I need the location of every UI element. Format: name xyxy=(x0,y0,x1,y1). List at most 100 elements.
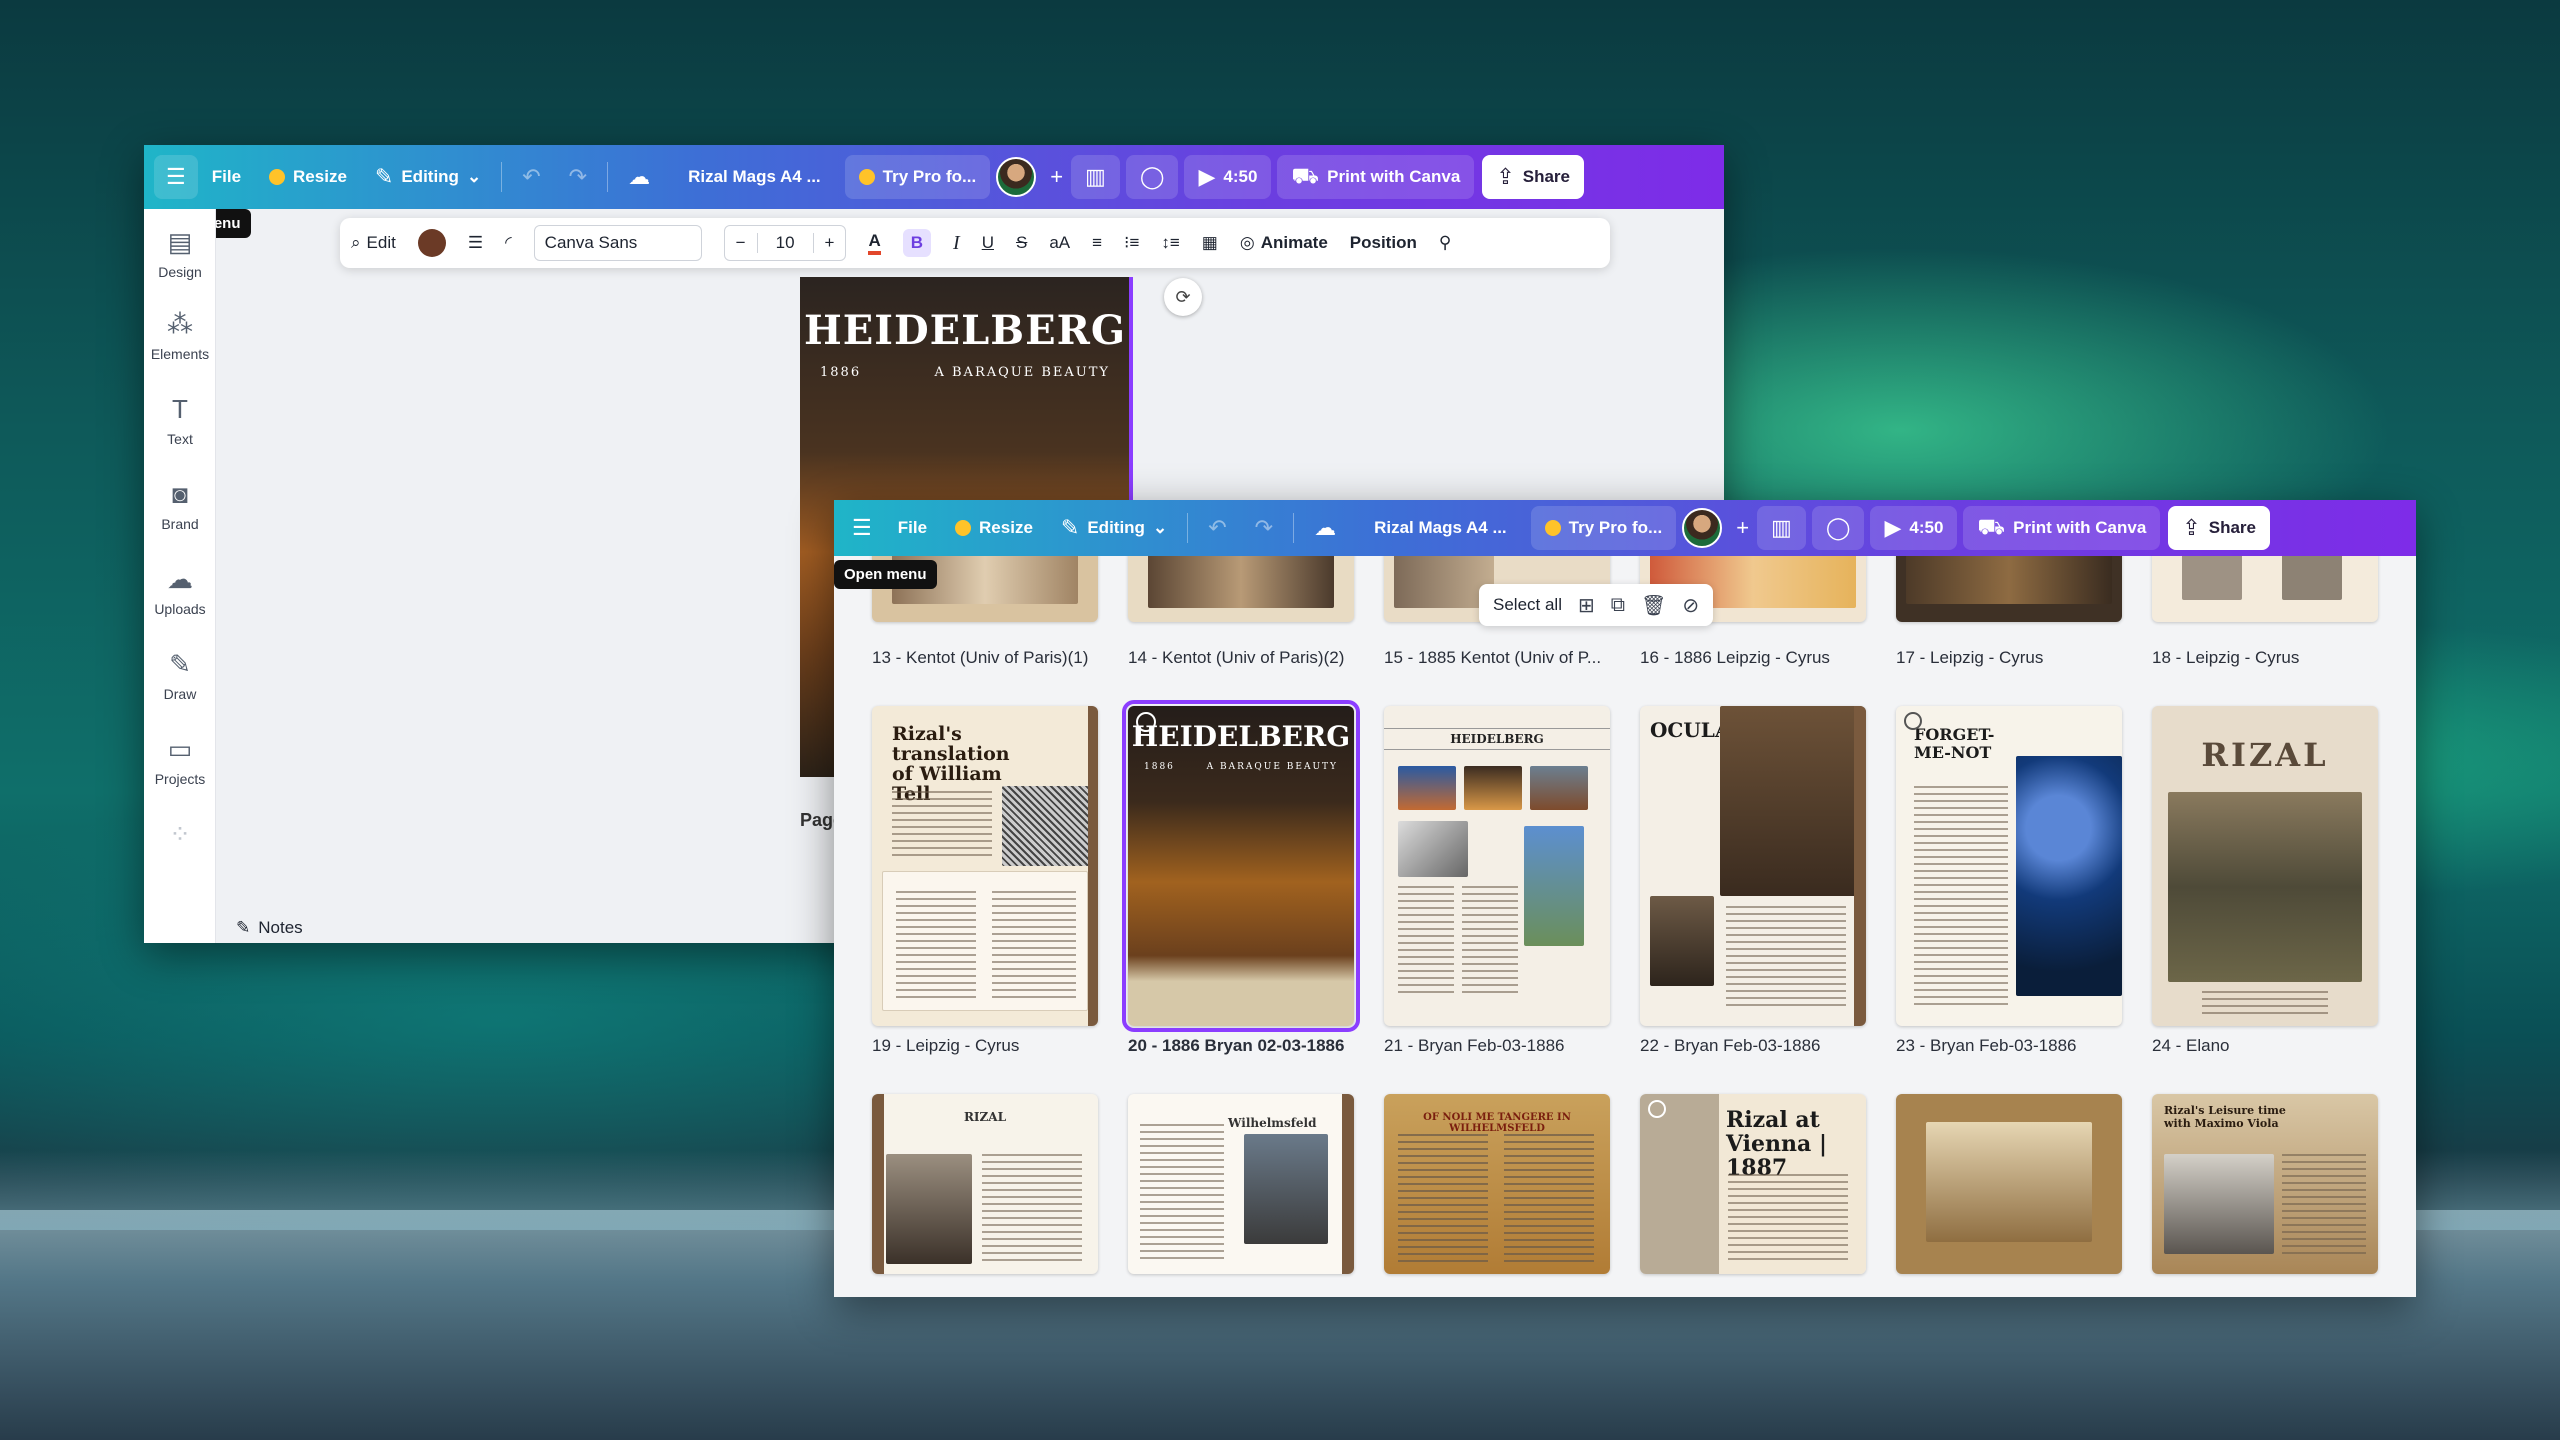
letter-case-button[interactable]: aA xyxy=(1038,218,1081,268)
sidebar-item-elements[interactable]: ⁂ Elements xyxy=(144,309,216,362)
bold-button[interactable]: B xyxy=(892,218,942,268)
sidebar-item-apps[interactable]: ⁘ xyxy=(144,819,216,856)
page-thumbnail-selected[interactable]: HEIDELBERG 1886 A BARAQUE BEAUTY xyxy=(1122,700,1360,1032)
position-button[interactable]: Position xyxy=(1339,218,1428,268)
sidebar-item-design[interactable]: ▤ Design xyxy=(144,227,216,280)
cloud-save-status[interactable]: ☁ xyxy=(614,155,664,199)
page-thumbnail[interactable]: Rizal's Leisure time with Maximo Viola xyxy=(2152,1094,2378,1274)
try-pro-button[interactable]: Try Pro fo... xyxy=(1530,506,1677,550)
border-style-button[interactable]: ☰ xyxy=(457,218,494,268)
align-button[interactable]: ≡ xyxy=(1081,218,1113,268)
thumbnail-image xyxy=(2168,792,2362,982)
page-thumbnail[interactable]: Rizal at Vienna | 1887 xyxy=(1640,1094,1866,1274)
thumbnail-image xyxy=(1650,896,1714,986)
strikethrough-button[interactable]: S xyxy=(1005,218,1038,268)
duplicate-icon[interactable]: ⧉ xyxy=(1611,594,1625,617)
projects-icon: ▭ xyxy=(167,734,193,764)
italic-button[interactable]: I xyxy=(942,218,971,268)
comment-marker-icon[interactable] xyxy=(1648,1100,1666,1118)
collaborator-avatar[interactable] xyxy=(990,155,1042,199)
trash-icon[interactable]: 🗑 xyxy=(1641,593,1666,618)
font-size-value[interactable]: 10 xyxy=(756,233,814,253)
undo-button[interactable]: ↶ xyxy=(508,155,554,199)
print-with-canva-button[interactable]: ⛟ Print with Canva xyxy=(1963,506,2161,550)
thumbnail-heading: FORGET-ME-NOT xyxy=(1914,725,1995,762)
page-thumbnail[interactable] xyxy=(1896,1094,2122,1274)
page-thumbnail[interactable]: Wilhelmsfeld xyxy=(1128,1094,1354,1274)
sidebar-item-uploads[interactable]: ☁ Uploads xyxy=(144,564,216,617)
font-size-increase[interactable]: + xyxy=(814,233,846,253)
font-size-decrease[interactable]: − xyxy=(725,233,757,253)
hide-page-icon[interactable]: ⊘ xyxy=(1682,593,1699,618)
share-button[interactable]: ⇪ Share xyxy=(1482,155,1584,199)
cloud-save-status[interactable]: ☁ xyxy=(1300,506,1350,550)
redo-button[interactable]: ↷ xyxy=(1241,506,1287,550)
bar-chart-icon: ▥ xyxy=(1771,515,1792,540)
add-page-icon[interactable]: ⊞ xyxy=(1578,593,1595,618)
page-thumbnail[interactable]: RIZAL xyxy=(2152,706,2378,1026)
page-thumbnail[interactable]: OF NOLI ME TANGERE IN WILHELMSFELD xyxy=(1384,1094,1610,1274)
editing-mode-dropdown[interactable]: ✎ Editing ⌄ xyxy=(1047,506,1181,550)
present-button[interactable]: ▶ 4:50 xyxy=(1870,506,1958,550)
text-icon: T xyxy=(172,394,188,424)
document-title[interactable]: Rizal Mags A4 ... xyxy=(1350,506,1531,550)
list-button[interactable]: ⁝≡ xyxy=(1113,218,1150,268)
resize-button[interactable]: Resize xyxy=(255,155,361,199)
comments-button[interactable]: ◯ xyxy=(1125,155,1179,199)
corner-rounding-button[interactable]: ◜ xyxy=(494,218,523,268)
copy-style-button[interactable]: ⚲ xyxy=(1428,218,1462,268)
collaborator-avatar[interactable] xyxy=(1676,506,1728,550)
resize-button[interactable]: Resize xyxy=(941,506,1047,550)
sidebar-item-projects[interactable]: ▭ Projects xyxy=(144,734,216,787)
notes-button[interactable]: ✎ Notes xyxy=(236,918,303,938)
page-thumbnail[interactable]: HEIDELBERG xyxy=(1384,706,1610,1026)
invite-button[interactable]: + xyxy=(1728,506,1757,550)
comment-marker-icon[interactable] xyxy=(1136,712,1156,732)
file-menu[interactable]: File xyxy=(884,506,941,550)
sidebar-item-draw[interactable]: ✎ Draw xyxy=(144,649,216,702)
text-color-button[interactable]: A xyxy=(857,218,891,268)
transparency-button[interactable]: ▦ xyxy=(1191,218,1229,268)
comment-marker-icon[interactable] xyxy=(1904,712,1922,730)
open-menu-button[interactable]: ☰ xyxy=(154,155,198,199)
print-with-canva-button[interactable]: ⛟ Print with Canva xyxy=(1277,155,1475,199)
page-thumbnail[interactable]: OCULAR WISDOM xyxy=(1640,706,1866,1026)
font-size-control: − 10 + xyxy=(713,218,858,268)
underline-button[interactable]: U xyxy=(971,218,1005,268)
rotate-handle[interactable]: ⟳ xyxy=(1164,278,1202,316)
redo-button[interactable]: ↷ xyxy=(555,155,601,199)
editing-label: Editing xyxy=(1087,518,1145,537)
invite-button[interactable]: + xyxy=(1042,155,1071,199)
thumbnail-image xyxy=(886,1154,972,1264)
file-menu[interactable]: File xyxy=(198,155,255,199)
insights-button[interactable]: ▥ xyxy=(1071,155,1120,199)
bold-icon: B xyxy=(902,229,932,257)
crown-icon xyxy=(858,169,875,185)
document-title[interactable]: Rizal Mags A4 ... xyxy=(664,155,845,199)
thumbnail-image xyxy=(1002,786,1092,866)
page-thumbnail[interactable]: RIZAL xyxy=(872,1094,1098,1274)
try-pro-button[interactable]: Try Pro fo... xyxy=(844,155,991,199)
page-thumbnail[interactable]: Rizal's translation of William Tell xyxy=(872,706,1098,1026)
page-thumbnail[interactable] xyxy=(1896,556,2122,622)
color-button[interactable] xyxy=(407,218,457,268)
sidebar-item-brand[interactable]: ◙ Brand xyxy=(144,479,216,532)
share-button[interactable]: ⇪ Share xyxy=(2168,506,2270,550)
animate-button[interactable]: ◎ Animate xyxy=(1229,218,1339,268)
page-thumbnail[interactable]: FORGET-ME-NOT xyxy=(1896,706,2122,1026)
plus-icon: + xyxy=(1050,164,1064,189)
present-button[interactable]: ▶ 4:50 xyxy=(1184,155,1272,199)
spacing-button[interactable]: ↕≡ xyxy=(1150,218,1190,268)
edit-button[interactable]: ⌕ Edit xyxy=(340,218,407,268)
insights-button[interactable]: ▥ xyxy=(1757,506,1806,550)
undo-button[interactable]: ↶ xyxy=(1194,506,1240,550)
page-thumbnail[interactable] xyxy=(1128,556,1354,622)
font-selector[interactable]: Canva Sans xyxy=(523,218,713,268)
sidebar-item-text[interactable]: T Text xyxy=(144,394,216,447)
comments-button[interactable]: ◯ xyxy=(1811,506,1865,550)
open-menu-button[interactable]: ☰ xyxy=(840,506,884,550)
selection-edge[interactable] xyxy=(1129,277,1133,527)
editing-mode-dropdown[interactable]: ✎ Editing ⌄ xyxy=(361,155,495,199)
page-thumbnail[interactable] xyxy=(2152,556,2378,622)
select-all-button[interactable]: Select all xyxy=(1493,595,1562,615)
